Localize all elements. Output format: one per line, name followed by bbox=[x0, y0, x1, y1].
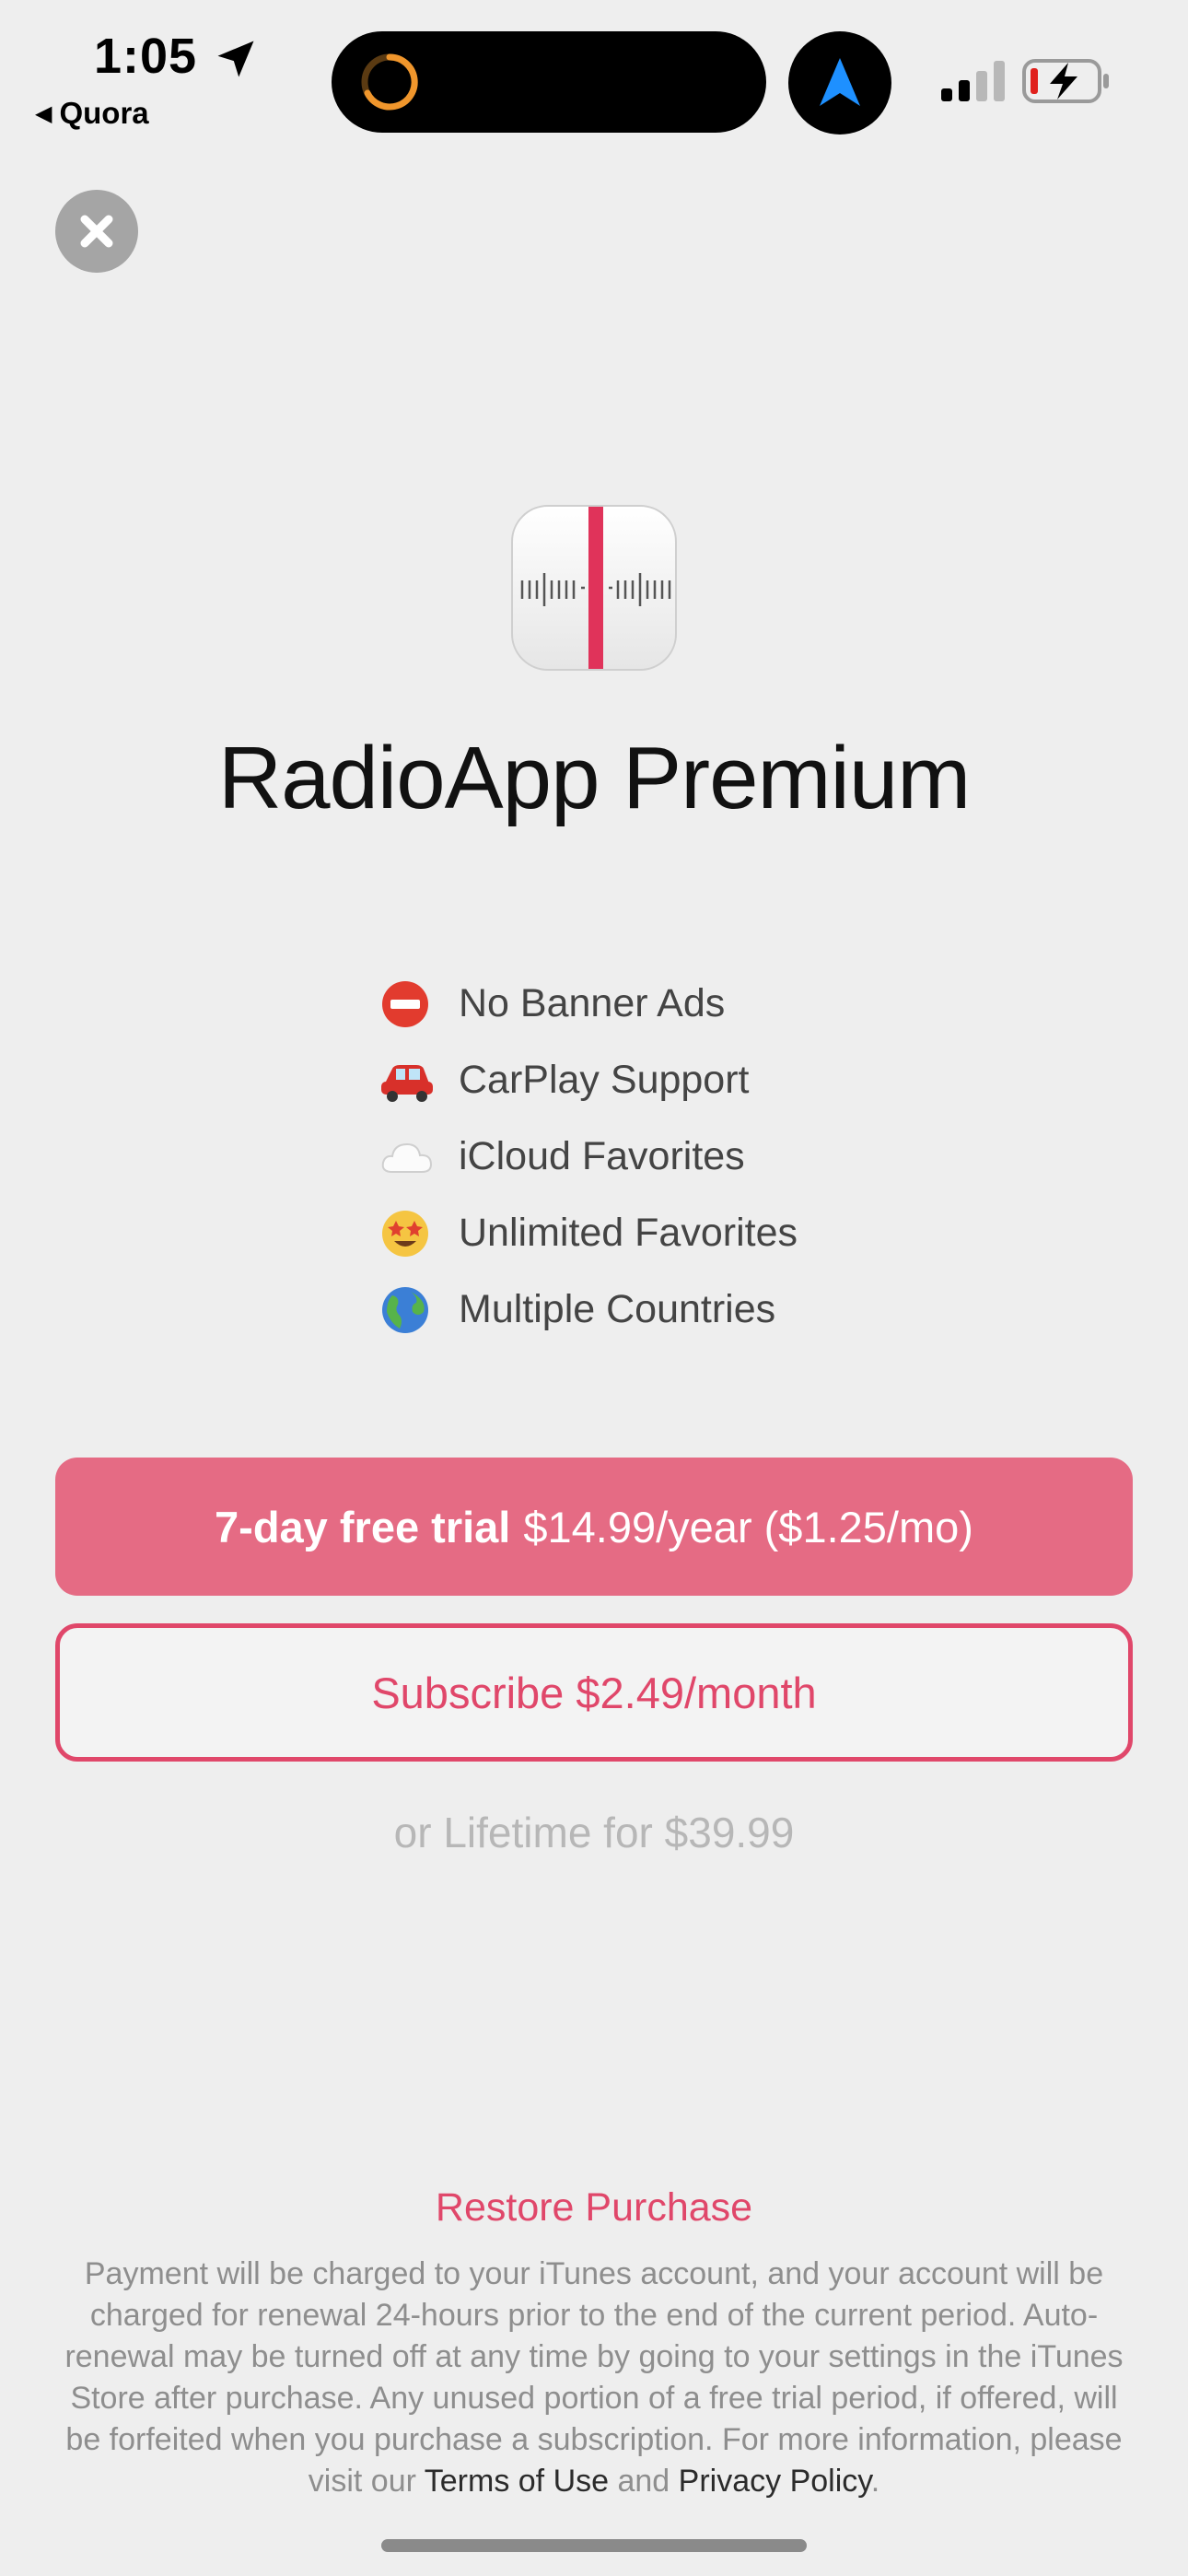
restore-purchase-button[interactable]: Restore Purchase bbox=[0, 2185, 1188, 2231]
battery-charging-icon bbox=[1022, 59, 1109, 103]
feature-label: Unlimited Favorites bbox=[459, 1211, 798, 1255]
car-icon bbox=[379, 1055, 440, 1107]
list-item: CarPlay Support bbox=[379, 1042, 798, 1118]
status-time: 1:05 bbox=[94, 29, 198, 84]
feature-label: iCloud Favorites bbox=[459, 1134, 745, 1178]
feature-label: CarPlay Support bbox=[459, 1058, 750, 1102]
annual-trial-button[interactable]: 7-day free trial $14.99/year ($1.25/mo) bbox=[55, 1458, 1133, 1596]
back-app-label: Quora bbox=[59, 96, 149, 130]
monthly-subscribe-button[interactable]: Subscribe $2.49/month bbox=[55, 1623, 1133, 1762]
no-entry-icon bbox=[379, 978, 440, 1030]
navigation-bubble[interactable] bbox=[788, 31, 891, 135]
cellular-signal-icon bbox=[941, 61, 1005, 101]
home-indicator[interactable] bbox=[381, 2539, 807, 2552]
close-button[interactable] bbox=[55, 190, 138, 273]
trial-price: $14.99/year ($1.25/mo) bbox=[523, 1502, 973, 1551]
list-item: No Banner Ads bbox=[379, 966, 798, 1042]
legal-body: Payment will be charged to your iTunes a… bbox=[64, 2256, 1124, 2499]
radio-dial-icon bbox=[520, 507, 671, 669]
paywall-screen: 1:05 ◀ Quora RadioApp Premium No Banner … bbox=[0, 0, 1188, 2576]
list-item: iCloud Favorites bbox=[379, 1118, 798, 1195]
location-arrow-icon bbox=[217, 41, 254, 77]
legal-end: . bbox=[870, 2464, 880, 2499]
privacy-policy-link[interactable]: Privacy Policy bbox=[679, 2464, 871, 2499]
list-item: Unlimited Favorites bbox=[379, 1195, 798, 1271]
legal-text: Payment will be charged to your iTunes a… bbox=[55, 2254, 1133, 2502]
page-title: RadioApp Premium bbox=[217, 729, 971, 827]
back-triangle-icon: ◀ bbox=[35, 100, 52, 126]
close-icon bbox=[80, 215, 113, 248]
dynamic-island bbox=[332, 31, 766, 133]
back-to-app-link[interactable]: ◀ Quora bbox=[35, 96, 149, 131]
feature-label: Multiple Countries bbox=[459, 1287, 776, 1331]
cloud-icon bbox=[379, 1131, 440, 1183]
app-icon bbox=[511, 505, 677, 671]
activity-ring-icon bbox=[361, 53, 418, 111]
list-item: Multiple Countries bbox=[379, 1271, 798, 1348]
lifetime-purchase-link[interactable]: or Lifetime for $39.99 bbox=[0, 1808, 1188, 1857]
legal-and: and bbox=[617, 2464, 670, 2499]
feature-label: No Banner Ads bbox=[459, 981, 726, 1025]
globe-icon bbox=[379, 1284, 440, 1336]
navigation-arrow-icon bbox=[820, 58, 860, 106]
terms-of-use-link[interactable]: Terms of Use bbox=[425, 2464, 609, 2499]
feature-list: No Banner Ads CarPlay Support iCloud Fav… bbox=[379, 966, 798, 1348]
trial-label: 7-day free trial bbox=[215, 1502, 511, 1551]
star-struck-icon bbox=[379, 1208, 440, 1259]
